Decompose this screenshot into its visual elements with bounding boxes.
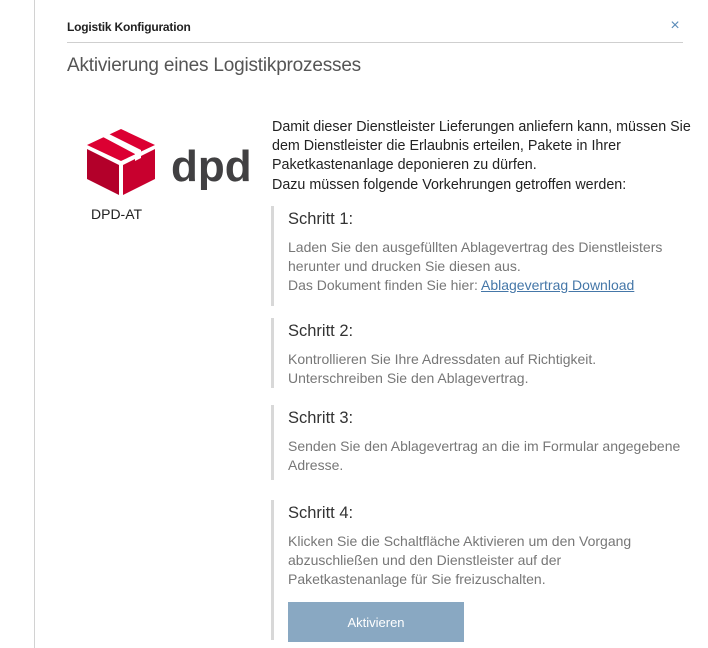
intro-paragraph: Dazu müssen folgende Vorkehrungen getrof… bbox=[272, 177, 627, 193]
step-4: Schritt 4: Klicken Sie die Schaltfläche … bbox=[271, 500, 681, 642]
link-prefix: Das Dokument finden Sie hier: bbox=[288, 277, 481, 293]
step-1: Schritt 1: Laden Sie den ausgefüllten Ab… bbox=[271, 206, 681, 306]
dpd-cube-icon: dpd bbox=[87, 129, 252, 195]
step-line: Unterschreiben Sie den Ablagevertrag. bbox=[288, 370, 529, 386]
ablagevertrag-download-link[interactable]: Ablagevertrag Download bbox=[481, 277, 634, 293]
step-text: Klicken Sie die Schaltfläche Aktivieren … bbox=[288, 532, 681, 589]
step-text: Laden Sie den ausgefüllten Ablagevertrag… bbox=[288, 238, 681, 295]
logo-text: dpd bbox=[171, 142, 252, 191]
step-2: Schritt 2: Kontrollieren Sie Ihre Adress… bbox=[271, 318, 681, 388]
intro-text: Damit dieser Dienstleister Lieferungen a… bbox=[272, 118, 692, 195]
dialog-titlebar: Logistik Konfiguration × bbox=[67, 16, 683, 43]
step-title: Schritt 2: bbox=[288, 322, 354, 340]
close-icon[interactable]: × bbox=[667, 16, 683, 36]
dialog-title: Logistik Konfiguration bbox=[67, 20, 191, 34]
step-text: Kontrollieren Sie Ihre Adressdaten auf R… bbox=[288, 350, 681, 388]
dpd-logo: dpd bbox=[85, 125, 260, 197]
step-line-link: Das Dokument finden Sie hier: Ablagevert… bbox=[288, 276, 681, 295]
step-title: Schritt 4: bbox=[288, 504, 354, 522]
intro-paragraph: Damit dieser Dienstleister Lieferungen a… bbox=[272, 119, 691, 173]
logistics-config-dialog: Logistik Konfiguration × Aktivierung ein… bbox=[34, 0, 708, 648]
activate-button[interactable]: Aktivieren bbox=[288, 602, 464, 642]
step-3: Schritt 3: Senden Sie den Ablagevertrag … bbox=[271, 405, 681, 480]
step-line: Kontrollieren Sie Ihre Adressdaten auf R… bbox=[288, 351, 597, 367]
step-title: Schritt 3: bbox=[288, 409, 354, 427]
step-text: Senden Sie den Ablagevertrag an die im F… bbox=[288, 437, 681, 475]
step-line: Klicken Sie die Schaltfläche Aktivieren … bbox=[288, 533, 632, 587]
provider-name: DPD-AT bbox=[91, 206, 143, 222]
page-title: Aktivierung eines Logistikprozesses bbox=[67, 55, 361, 76]
step-title: Schritt 1: bbox=[288, 210, 354, 228]
step-line: Laden Sie den ausgefüllten Ablagevertrag… bbox=[288, 239, 663, 274]
step-line: Senden Sie den Ablagevertrag an die im F… bbox=[288, 438, 681, 473]
